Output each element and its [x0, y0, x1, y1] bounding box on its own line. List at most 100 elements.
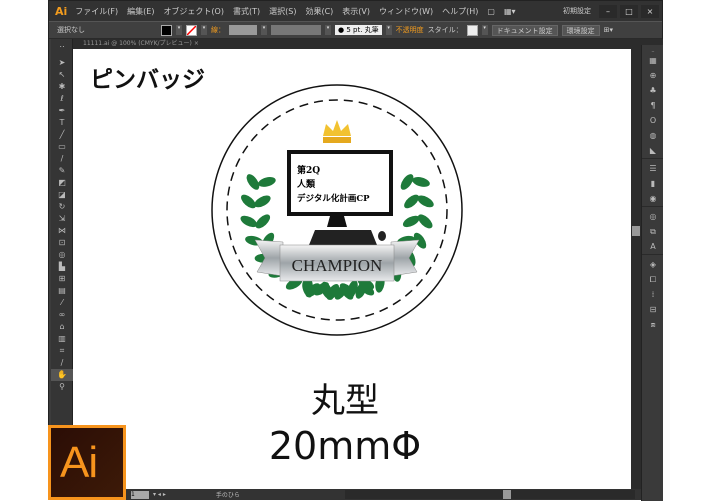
- brush-definition[interactable]: ● 5 pt. 丸筆: [335, 25, 382, 35]
- dock-grip[interactable]: ··: [642, 45, 664, 55]
- links-panel-icon[interactable]: ⧈: [642, 317, 664, 332]
- tools-grip[interactable]: ‥: [51, 39, 73, 57]
- menu-type[interactable]: 書式(T): [233, 6, 260, 17]
- lasso-tool-icon[interactable]: ℓ: [51, 93, 73, 105]
- opacity-label[interactable]: 不透明度: [396, 25, 424, 35]
- color-panel-icon[interactable]: ◎: [642, 209, 664, 224]
- scale-tool-icon[interactable]: ⇲: [51, 213, 73, 225]
- menu-edit[interactable]: 編集(E): [127, 6, 154, 17]
- pencil-tool-icon[interactable]: ✎: [51, 165, 73, 177]
- document-tab-label: 11111.ai @ 100% (CMYK/プレビュー): [83, 40, 192, 47]
- screen-line-2: 人類: [296, 178, 316, 190]
- align-panel-icon[interactable]: ⊟: [642, 302, 664, 317]
- stroke-dropdown[interactable]: ▾: [201, 25, 207, 35]
- gradient-tool-icon[interactable]: ▤: [51, 285, 73, 297]
- slice-tool-icon[interactable]: ∕: [51, 357, 73, 369]
- menu-help[interactable]: ヘルプ(H): [442, 6, 478, 17]
- fill-dropdown[interactable]: ▾: [176, 25, 182, 35]
- current-tool-label: 手のひら: [215, 492, 240, 499]
- arrange-documents-icon[interactable]: ▦▾: [504, 7, 516, 16]
- brush-name: 5 pt. 丸筆: [346, 26, 379, 34]
- screen-line-3: デジタル化計画CP: [297, 193, 370, 204]
- style-label: スタイル：: [427, 26, 463, 34]
- rectangle-tool-icon[interactable]: ▭: [51, 141, 73, 153]
- pen-tool-icon[interactable]: ✒: [51, 105, 73, 117]
- brush-dropdown[interactable]: ▾: [385, 25, 392, 35]
- close-button[interactable]: ×: [641, 4, 659, 18]
- blob-brush-tool-icon[interactable]: ◩: [51, 177, 73, 189]
- layers-panel-icon[interactable]: ◈: [642, 257, 664, 272]
- perspective-grid-tool-icon[interactable]: ▙: [51, 261, 73, 273]
- swatches-panel-icon[interactable]: ⊕: [642, 68, 664, 83]
- vertical-scrollbar[interactable]: [631, 49, 641, 489]
- menu-view[interactable]: 表示(V): [342, 6, 370, 17]
- eraser-tool-icon[interactable]: ◪: [51, 189, 73, 201]
- mesh-tool-icon[interactable]: ⊞: [51, 273, 73, 285]
- horizontal-scrollbar[interactable]: [345, 490, 635, 499]
- artboard-nav[interactable]: ▾ ◂ ▸: [153, 491, 166, 498]
- selection-tool-icon[interactable]: ➤: [51, 57, 73, 69]
- screen-line-1: 第2Q: [297, 164, 320, 176]
- maximize-button[interactable]: □: [620, 4, 638, 18]
- symbols-panel-icon[interactable]: ♣: [642, 83, 664, 98]
- paragraph-panel-icon[interactable]: ¶: [642, 98, 664, 113]
- menu-select[interactable]: 選択(S): [269, 6, 296, 17]
- ribbon-text: CHAMPION: [292, 256, 383, 275]
- variable-width-field[interactable]: [271, 25, 321, 35]
- stroke-weight-field[interactable]: [229, 25, 257, 35]
- menu-window[interactable]: ウィンドウ(W): [379, 6, 433, 17]
- paintbrush-tool-icon[interactable]: /: [51, 153, 73, 165]
- type-tool-icon[interactable]: T: [51, 117, 73, 129]
- symbol-sprayer-tool-icon[interactable]: ⌂: [51, 321, 73, 333]
- free-transform-tool-icon[interactable]: ⊡: [51, 237, 73, 249]
- style-swatch[interactable]: [466, 24, 478, 36]
- character-panel-icon[interactable]: A: [642, 239, 664, 254]
- direct-selection-tool-icon[interactable]: ↖: [51, 69, 73, 81]
- gradient-panel-icon[interactable]: ▮: [642, 176, 664, 191]
- color-guide-panel-icon[interactable]: ▦: [642, 53, 664, 68]
- horizontal-scroll-thumb[interactable]: [503, 490, 511, 499]
- menu-file[interactable]: ファイル(F): [75, 6, 118, 17]
- stroke-swatch-none[interactable]: [186, 24, 197, 36]
- opentype-panel-icon[interactable]: O: [642, 113, 664, 128]
- blend-tool-icon[interactable]: ∞: [51, 309, 73, 321]
- artboards-panel-icon[interactable]: ⧠: [642, 272, 664, 287]
- pathfinder-panel-icon[interactable]: ⁞: [642, 287, 664, 302]
- stroke-panel-icon[interactable]: ☰: [642, 161, 664, 176]
- column-graph-tool-icon[interactable]: ▥: [51, 333, 73, 345]
- graphic-styles-panel-icon[interactable]: ◣: [642, 143, 664, 158]
- align-icon[interactable]: ⊞▾: [604, 26, 613, 34]
- preferences-button[interactable]: 環境設定: [561, 24, 600, 36]
- shape-builder-tool-icon[interactable]: ◎: [51, 249, 73, 261]
- workspace-switcher[interactable]: 初期設定: [563, 6, 591, 16]
- rotate-tool-icon[interactable]: ↻: [51, 201, 73, 213]
- app-logo: Ai: [55, 4, 68, 18]
- stroke-label[interactable]: 線：: [211, 25, 225, 35]
- pin-badge: 第2Q 人類 デジタル化計画CP CHAMPION: [211, 84, 463, 336]
- vertical-scroll-thumb[interactable]: [632, 226, 640, 236]
- transform-panel-icon[interactable]: ⧉: [642, 224, 664, 239]
- menu-effect[interactable]: 効果(C): [305, 6, 333, 17]
- illustrator-logo: Ai: [48, 425, 126, 500]
- stroke-weight-dropdown[interactable]: ▾: [261, 25, 267, 35]
- style-dropdown[interactable]: ▾: [481, 25, 488, 35]
- eyedropper-tool-icon[interactable]: ⁄: [51, 297, 73, 309]
- bridge-icon[interactable]: ▢: [487, 7, 495, 16]
- document-tab[interactable]: 11111.ai @ 100% (CMYK/プレビュー) ×: [73, 39, 663, 49]
- artboard-title: ピンバッジ: [90, 66, 205, 93]
- document-setup-button[interactable]: ドキュメント設定: [491, 24, 558, 36]
- tab-close-icon[interactable]: ×: [194, 40, 199, 47]
- line-tool-icon[interactable]: ╱: [51, 129, 73, 141]
- variable-width-dropdown[interactable]: ▾: [325, 25, 331, 35]
- zoom-level-field[interactable]: 1: [131, 490, 149, 499]
- menu-object[interactable]: オブジェクト(O): [163, 6, 224, 17]
- transparency-panel-icon[interactable]: ◉: [642, 191, 664, 206]
- fill-swatch[interactable]: [161, 24, 172, 36]
- width-tool-icon[interactable]: ⋈: [51, 225, 73, 237]
- magic-wand-tool-icon[interactable]: ✱: [51, 81, 73, 93]
- status-bar: 1 ▾ ◂ ▸ 手のひら: [73, 489, 641, 500]
- appearance-panel-icon[interactable]: ◍: [642, 128, 664, 143]
- artboard-tool-icon[interactable]: ⌗: [51, 345, 73, 357]
- minimize-button[interactable]: –: [599, 4, 617, 18]
- control-bar: 選択なし ▾ ▾ 線： ▾ ▾ ● 5 pt. 丸筆 ▾ 不透明度 スタイル： ▾…: [49, 21, 662, 39]
